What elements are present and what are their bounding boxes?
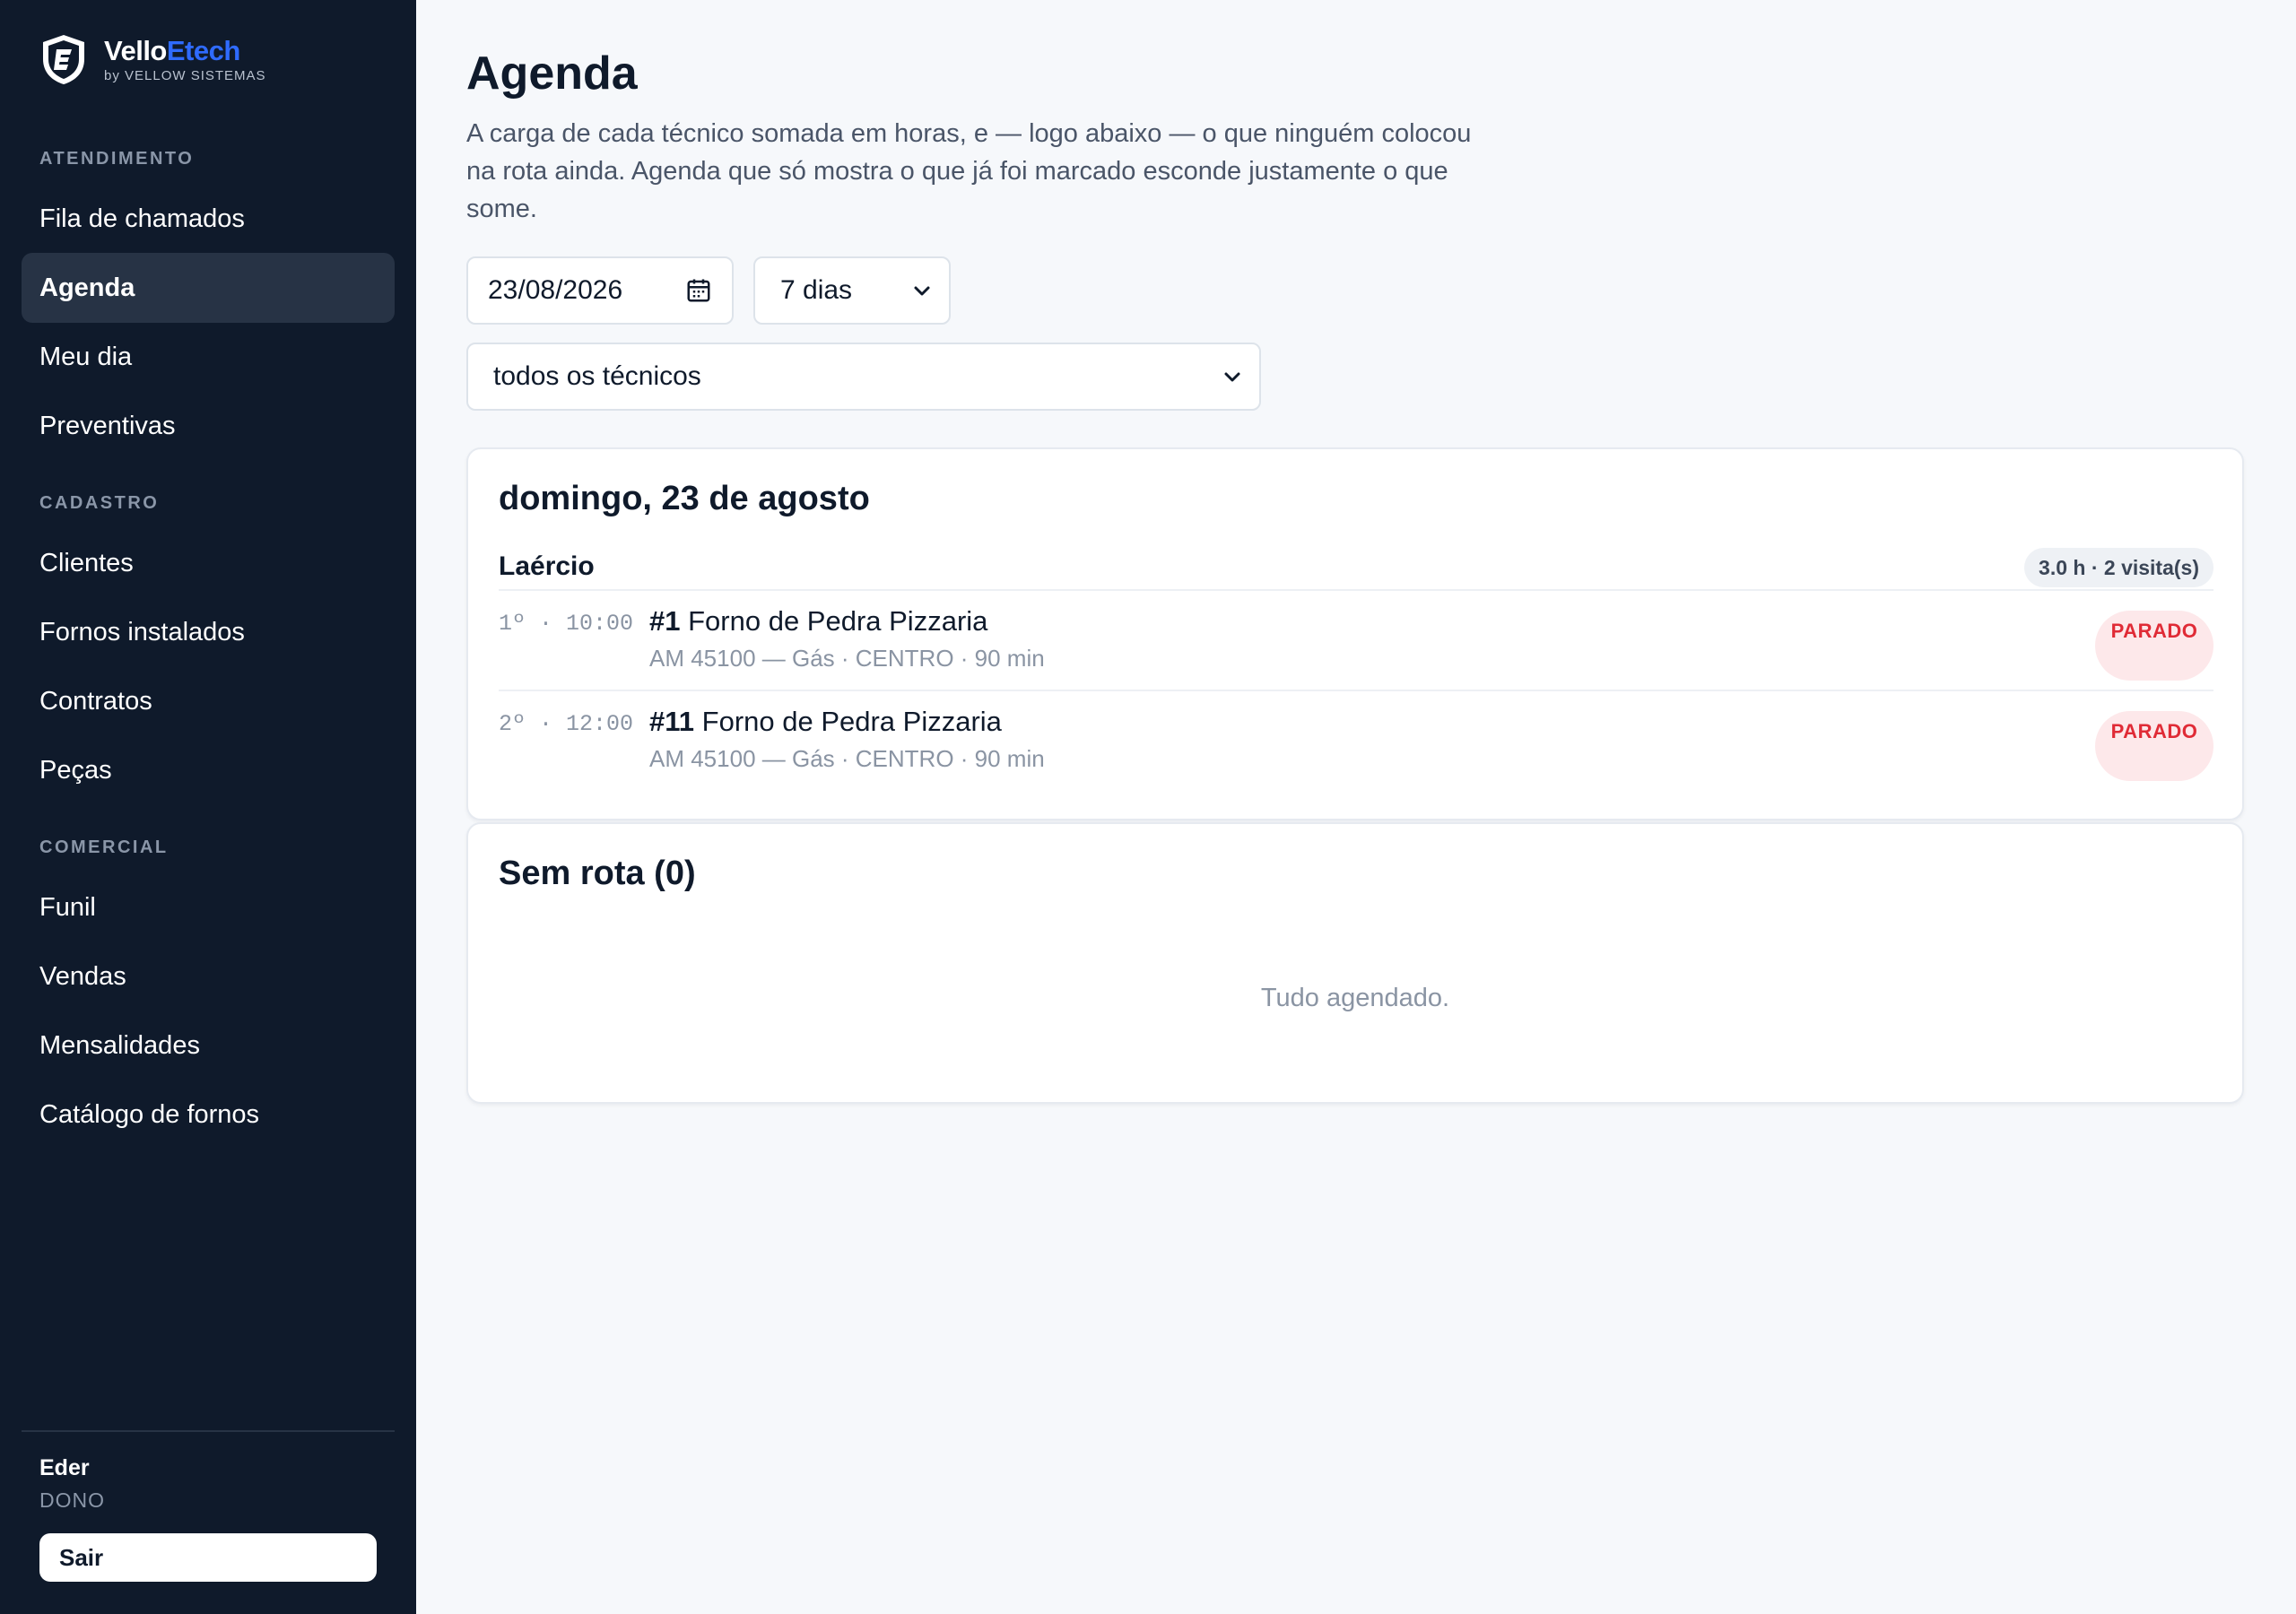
sidebar-item-vendas[interactable]: Vendas [22,941,395,1011]
user-role: DONO [39,1488,105,1512]
brand-name: VelloEtech [104,34,266,66]
technician-select-value: todos os técnicos [493,361,701,391]
visit-name: Forno de Pedra Pizzaria [701,706,1002,737]
row-divider [499,690,2213,691]
status-badge: PARADO [2095,711,2213,781]
status-badge: PARADO [2095,611,2213,681]
brand-subtitle: by VELLOW SISTEMAS [104,67,266,83]
unrouted-card-title: Sem rota (0) [499,855,696,892]
page-description: A carga de cada técnico somada em horas,… [466,119,1472,223]
visit-title: #1 Forno de Pedra Pizzaria [649,605,987,638]
row-divider [499,589,2213,591]
sidebar-item-clientes[interactable]: Clientes [22,528,395,598]
brand[interactable]: VelloEtech by VELLOW SISTEMAS [39,32,266,86]
section-label-atendimento: ATENDIMENTO [39,149,195,169]
brand-name-part2: Etech [166,34,240,66]
day-card: domingo, 23 de agosto Laércio 3.0 h · 2 … [466,447,2244,820]
section-label-cadastro: CADASTRO [39,493,160,513]
unrouted-card: Sem rota (0) Tudo agendado. [466,822,2244,1104]
technician-name: Laércio [499,551,595,581]
visit-row[interactable]: 2º · 12:00 #11 Forno de Pedra Pizzaria A… [499,699,2213,797]
sidebar-item-fila-de-chamados[interactable]: Fila de chamados [22,184,395,254]
sidebar: VelloEtech by VELLOW SISTEMAS ATENDIMENT… [0,0,416,1614]
sidebar-item-catalogo-de-fornos[interactable]: Catálogo de fornos [22,1080,395,1150]
sidebar-item-mensalidades[interactable]: Mensalidades [22,1011,395,1080]
sidebar-item-preventivas[interactable]: Preventivas [22,391,395,461]
brand-text: VelloEtech by VELLOW SISTEMAS [104,34,266,83]
visit-number: #11 [649,706,695,737]
sidebar-item-contratos[interactable]: Contratos [22,666,395,736]
visit-details: AM 45100 — Gás · CENTRO · 90 min [649,645,1045,672]
sidebar-item-agenda[interactable]: Agenda [22,253,395,323]
sidebar-item-pecas[interactable]: Peças [22,735,395,805]
page-title: Agenda [466,48,638,100]
day-card-title: domingo, 23 de agosto [499,480,870,517]
visit-title: #11 Forno de Pedra Pizzaria [649,706,1002,738]
visit-time: 1º · 10:00 [499,611,634,637]
date-input-value: 23/08/2026 [488,275,623,305]
chevron-down-icon [1224,372,1240,382]
logout-button[interactable]: Sair [39,1533,377,1582]
range-select[interactable]: 7 dias [753,256,951,325]
brand-name-part1: Vello [104,34,167,66]
visit-row[interactable]: 1º · 10:00 #1 Forno de Pedra Pizzaria AM… [499,598,2213,697]
range-select-value: 7 dias [780,275,853,305]
calendar-icon[interactable] [685,277,712,304]
sidebar-item-meu-dia[interactable]: Meu dia [22,322,395,392]
user-name: Eder [39,1455,90,1480]
visit-details: AM 45100 — Gás · CENTRO · 90 min [649,745,1045,772]
sidebar-divider [22,1430,395,1432]
visit-time: 2º · 12:00 [499,711,634,737]
visit-name: Forno de Pedra Pizzaria [688,605,988,637]
load-badge: 3.0 h · 2 visita(s) [2024,548,2213,587]
sidebar-item-funil[interactable]: Funil [22,872,395,942]
visit-number: #1 [649,605,681,637]
empty-message: Tudo agendado. [1260,984,1450,1012]
technician-select[interactable]: todos os técnicos [466,343,1261,411]
sidebar-item-fornos-instalados[interactable]: Fornos instalados [22,597,395,667]
shield-logo-icon [43,35,84,84]
date-input[interactable]: 23/08/2026 [466,256,734,325]
chevron-down-icon [914,286,930,296]
section-label-comercial: COMERCIAL [39,837,169,857]
